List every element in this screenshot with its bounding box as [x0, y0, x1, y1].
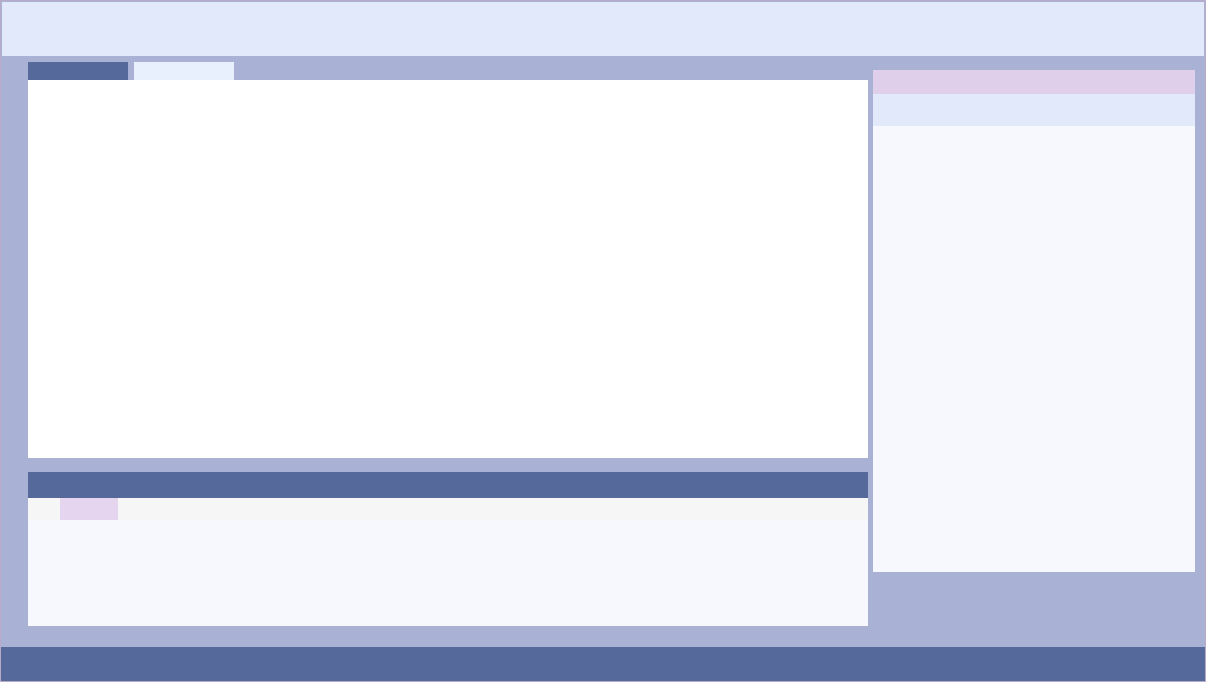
- top-toolbar: [2, 2, 1204, 56]
- side-panel-title[interactable]: [873, 70, 1195, 94]
- tab-active[interactable]: [28, 62, 128, 80]
- side-panel-body[interactable]: [873, 126, 1195, 572]
- app-window: [0, 0, 1206, 682]
- bottom-panel-header[interactable]: [28, 472, 868, 498]
- bottom-panel-tab[interactable]: [60, 498, 118, 520]
- tab-inactive[interactable]: [134, 62, 234, 80]
- editor-tabs: [28, 62, 234, 80]
- bottom-panel-body[interactable]: [28, 520, 868, 626]
- side-panel-subtitle: [873, 94, 1195, 126]
- editor-content[interactable]: [28, 80, 868, 458]
- bottom-panel-tabstrip: [28, 498, 868, 520]
- side-panel: [873, 70, 1195, 572]
- bottom-panel: [28, 472, 868, 626]
- status-bar: [1, 647, 1205, 681]
- main-workspace: [1, 56, 1205, 647]
